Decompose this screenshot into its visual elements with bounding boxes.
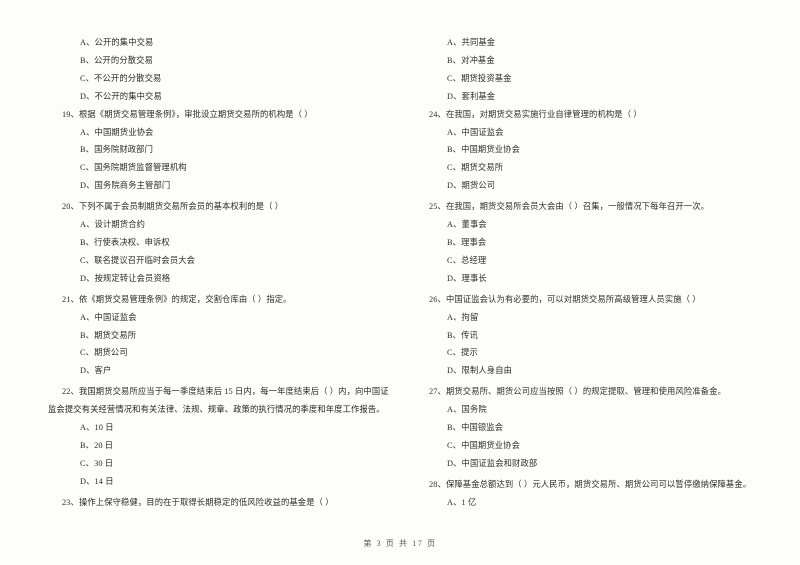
option-item: A、共同基金: [447, 38, 496, 47]
question-number: 24、: [429, 109, 446, 119]
option-item: A、中国证监会: [80, 312, 137, 322]
question-block: 27、期货交易所、期货公司应当按照（ ）的规定提取、管理和使用风险准备金。 A、…: [429, 383, 777, 473]
question-text: 下列不属于会员制期货交易所会员的基本权利的是（ ）: [78, 202, 284, 212]
question-number: 27、: [429, 387, 446, 397]
option-list: A、董事会 B、理事会 C、总经理 D、理事长: [429, 216, 777, 288]
option-item: D、限制人身自由: [447, 366, 513, 376]
question-stem-continuation: 监会提交有关经营情况和有关法律、法规、规章、政策的执行情况的季度和年度工作报告。: [48, 405, 385, 415]
question-number: 28、: [429, 479, 446, 489]
orphan-options-right: A、共同基金 B、对冲基金 C、期货投资基金 D、套利基金: [429, 34, 777, 106]
question-block: 21、依《期货交易管理条例》的规定，交割仓库由（ ）指定。 A、中国证监会 B、…: [62, 291, 417, 381]
two-column-body: A、公开的集中交易 B、公开的分散交易 C、不公开的分散交易 D、不公开的集中交…: [0, 34, 800, 517]
option-item: C、联名提议召开临时会员大会: [80, 255, 196, 265]
left-column: A、公开的集中交易 B、公开的分散交易 C、不公开的分散交易 D、不公开的集中交…: [48, 34, 417, 517]
option-item: B、理事会: [447, 237, 487, 247]
question-text: 保障基金总额达到（ ）元人民币，期货交易所、期货公司可以暂停缴纳保障基金。: [445, 479, 752, 489]
option-item: C、总经理: [447, 255, 487, 265]
option-item: A、公开的集中交易: [80, 38, 154, 47]
option-item: A、拘留: [447, 312, 479, 322]
option-item: D、理事长: [447, 273, 487, 283]
option-list: A、拘留 B、传讯 C、提示 D、限制人身自由: [429, 309, 777, 381]
option-list: A、1 亿: [429, 494, 777, 512]
option-item: B、对冲基金: [447, 55, 495, 65]
option-item: D、套利基金: [447, 91, 496, 101]
question-block: 26、中国证监会认为有必要的，可以对期货交易所高级管理人员实施（ ） A、拘留 …: [429, 291, 777, 381]
page-footer: 第 3 页 共 17 页: [363, 539, 437, 548]
option-list: A、国务院 B、中国银监会 C、中国期货业协会 D、中国证监会和财政部: [429, 401, 777, 473]
orphan-options-left: A、公开的集中交易 B、公开的分散交易 C、不公开的分散交易 D、不公开的集中交…: [62, 34, 417, 106]
right-column: A、共同基金 B、对冲基金 C、期货投资基金 D、套利基金 24、在我国，对期货…: [429, 34, 777, 517]
question-text: 在我国，期货交易所会员大会由（ ）召集，一般情况下每年召开一次。: [445, 202, 710, 212]
question-stem: 27、期货交易所、期货公司应当按照（ ）的规定提取、管理和使用风险准备金。: [429, 383, 777, 401]
question-stem: 26、中国证监会认为有必要的，可以对期货交易所高级管理人员实施（ ）: [429, 291, 777, 309]
question-block: 22、我国期货交易所应当于每一季度结束后 15 日内，每一年度结束后（ ）内，向…: [48, 383, 417, 491]
option-list: A、中国证监会 B、期货交易所 C、期货公司 D、客户: [62, 309, 417, 381]
option-item: C、期货公司: [80, 348, 128, 358]
option-list: A、10 日 B、20 日 C、30 日 D、14 日: [62, 419, 417, 491]
question-text: 我国期货交易所应当于每一季度结束后 15 日内，每一年度结束后（ ）内，向中国证: [78, 387, 389, 397]
option-list: A、设计期货合约 B、行使表决权、申诉权 C、联名提议召开临时会员大会 D、按规…: [62, 216, 417, 288]
option-item: A、董事会: [447, 220, 487, 230]
option-item: D、客户: [80, 366, 112, 376]
document-page: A、公开的集中交易 B、公开的分散交易 C、不公开的分散交易 D、不公开的集中交…: [0, 0, 800, 565]
question-text: 在我国，对期货交易实施行业自律管理的机构是（ ）: [445, 109, 642, 119]
question-text: 期货交易所、期货公司应当按照（ ）的规定提取、管理和使用风险准备金。: [445, 387, 726, 397]
question-stem: 20、下列不属于会员制期货交易所会员的基本权利的是（ ）: [62, 198, 417, 216]
option-item: A、中国证监会: [447, 127, 504, 137]
question-block: 28、保障基金总额达到（ ）元人民币，期货交易所、期货公司可以暂停缴纳保障基金。…: [429, 476, 777, 512]
option-item: B、中国银监会: [447, 423, 504, 433]
option-item: C、中国期货业协会: [447, 440, 520, 450]
question-number: 26、: [429, 294, 446, 304]
option-item: C、不公开的分散交易: [80, 73, 162, 83]
question-block: 19、根据《期货交易管理条例》，审批设立期货交易所的机构是（ ） A、中国期货业…: [62, 106, 417, 196]
option-item: C、提示: [447, 348, 478, 358]
option-item: A、设计期货合约: [80, 220, 146, 230]
question-stem: 22、我国期货交易所应当于每一季度结束后 15 日内，每一年度结束后（ ）内，向…: [62, 383, 417, 401]
question-block: 23、操作上保守稳健，目的在于取得长期稳定的低风险收益的基金是（ ）: [62, 494, 417, 512]
question-text: 依《期货交易管理条例》的规定，交割仓库由（ ）指定。: [78, 294, 292, 304]
option-item: C、国务院期货监督管理机构: [80, 163, 187, 173]
question-number: 21、: [62, 294, 79, 304]
question-number: 23、: [62, 497, 79, 507]
question-stem: 21、依《期货交易管理条例》的规定，交割仓库由（ ）指定。: [62, 291, 417, 309]
question-block: 25、在我国，期货交易所会员大会由（ ）召集，一般情况下每年召开一次。 A、董事…: [429, 198, 777, 288]
question-block: 24、在我国，对期货交易实施行业自律管理的机构是（ ） A、中国证监会 B、中国…: [429, 106, 777, 196]
question-number: 20、: [62, 202, 79, 212]
option-item: D、14 日: [80, 476, 114, 486]
option-item: A、10 日: [80, 423, 114, 433]
question-number: 22、: [62, 387, 79, 397]
option-item: D、期货公司: [447, 181, 496, 191]
option-item: B、期货交易所: [80, 330, 137, 340]
option-item: D、按规定转让会员资格: [80, 273, 171, 283]
option-item: A、国务院: [447, 405, 487, 415]
option-item: D、不公开的集中交易: [80, 91, 162, 101]
question-stem: 19、根据《期货交易管理条例》，审批设立期货交易所的机构是（ ）: [62, 106, 417, 124]
option-item: B、传讯: [447, 330, 478, 340]
option-list: A、中国证监会 B、中国期货业协会 C、期货交易所 D、期货公司: [429, 124, 777, 196]
question-text: 中国证监会认为有必要的，可以对期货交易所高级管理人员实施（ ）: [445, 294, 701, 304]
option-item: D、中国证监会和财政部: [447, 458, 538, 468]
option-item: C、期货投资基金: [447, 73, 512, 83]
question-stem: 28、保障基金总额达到（ ）元人民币，期货交易所、期货公司可以暂停缴纳保障基金。: [429, 476, 777, 494]
option-item: C、期货交易所: [447, 163, 504, 173]
option-item: B、20 日: [80, 440, 114, 450]
question-block: 20、下列不属于会员制期货交易所会员的基本权利的是（ ） A、设计期货合约 B、…: [62, 198, 417, 288]
option-item: B、国务院财政部门: [80, 145, 153, 155]
option-item: A、中国期货业协会: [80, 127, 154, 137]
option-item: B、公开的分散交易: [80, 55, 153, 65]
option-item: D、国务院商务主管部门: [80, 181, 171, 191]
question-stem: 24、在我国，对期货交易实施行业自律管理的机构是（ ）: [429, 106, 777, 124]
question-number: 19、: [62, 109, 79, 119]
question-number: 25、: [429, 202, 446, 212]
option-item: B、中国期货业协会: [447, 145, 520, 155]
option-item: A、1 亿: [447, 497, 477, 507]
option-list: A、中国期货业协会 B、国务院财政部门 C、国务院期货监督管理机构 D、国务院商…: [62, 124, 417, 196]
question-text: 根据《期货交易管理条例》，审批设立期货交易所的机构是（ ）: [78, 109, 313, 119]
question-text: 操作上保守稳健，目的在于取得长期稳定的低风险收益的基金是（ ）: [78, 497, 334, 507]
question-stem: 25、在我国，期货交易所会员大会由（ ）召集，一般情况下每年召开一次。: [429, 198, 777, 216]
question-stem: 23、操作上保守稳健，目的在于取得长期稳定的低风险收益的基金是（ ）: [62, 494, 417, 512]
option-item: C、30 日: [80, 458, 114, 468]
option-item: B、行使表决权、申诉权: [80, 237, 170, 247]
